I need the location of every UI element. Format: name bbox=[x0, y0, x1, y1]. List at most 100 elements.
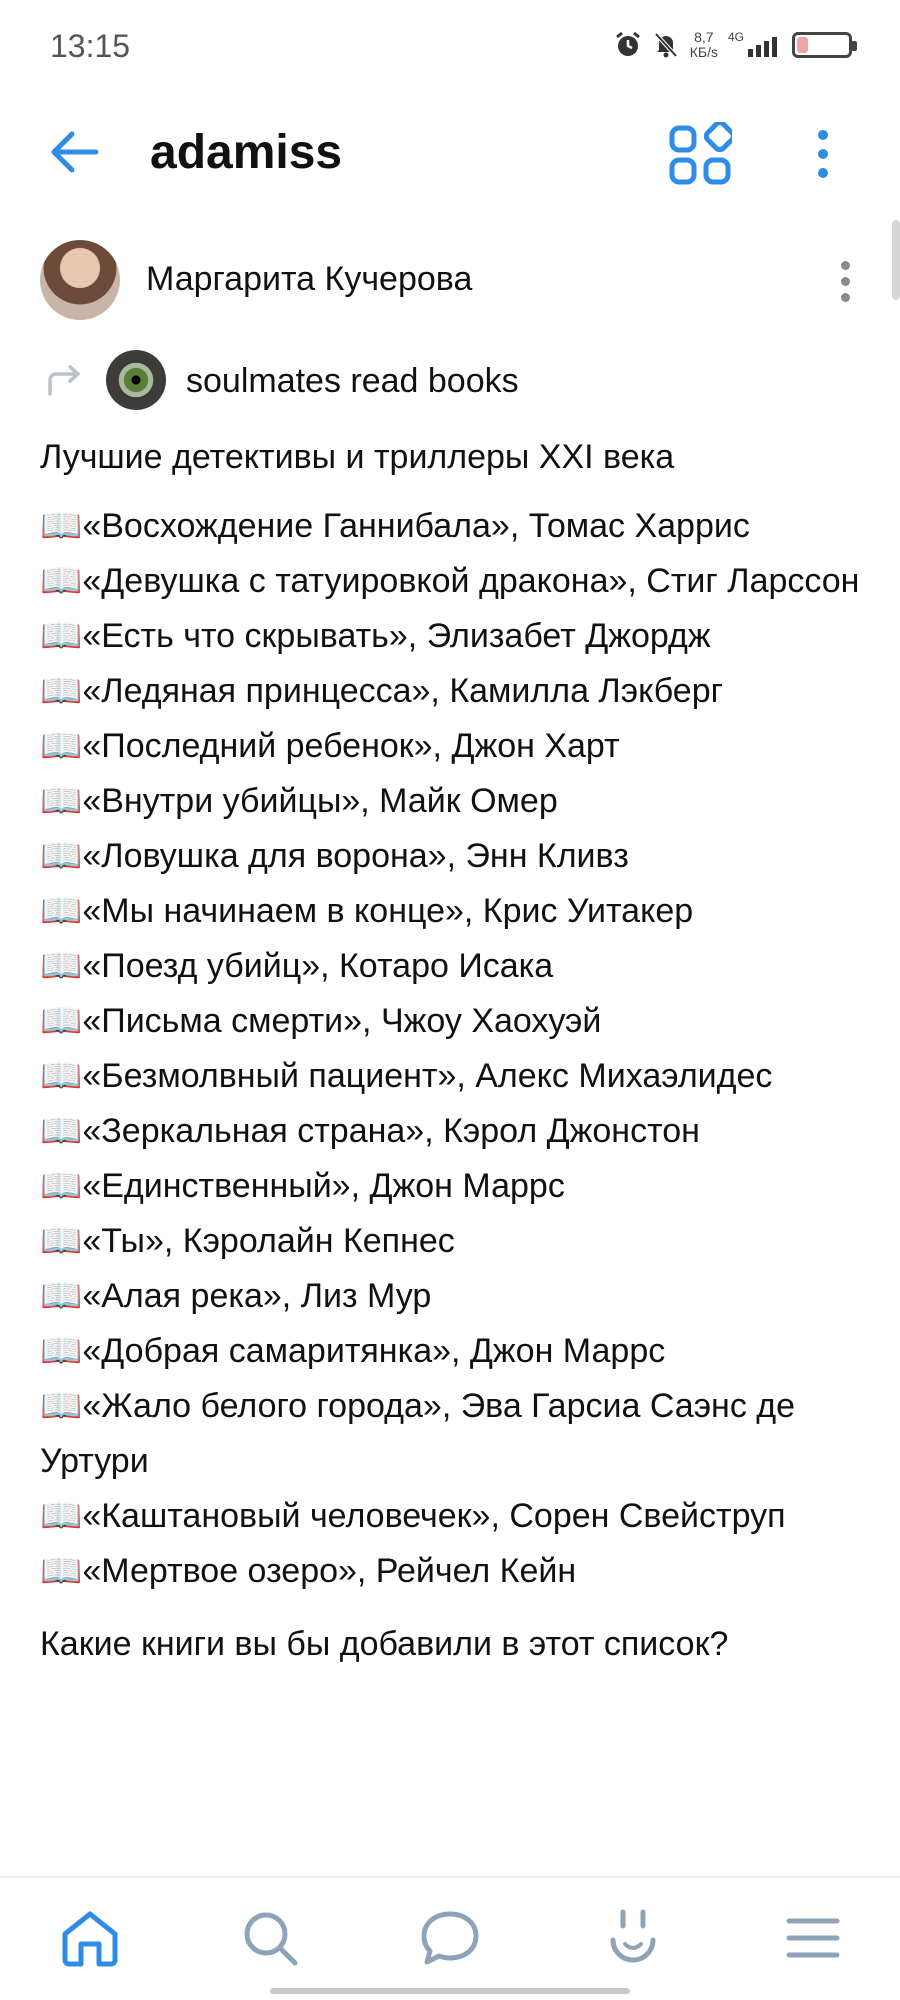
book-list-item: 📖«Девушка с татуировкой дракона», Стиг Л… bbox=[40, 554, 870, 609]
book-list-item: 📖«Безмолвный пациент», Алекс Михаэлидес bbox=[40, 1049, 870, 1104]
more-vertical-icon bbox=[840, 260, 850, 270]
book-title-author: «Зеркальная страна», Кэрол Джонстон bbox=[82, 1112, 700, 1150]
app-header: adamiss bbox=[0, 100, 900, 210]
book-title-author: «Мы начинаем в конце», Крис Уитакер bbox=[82, 892, 694, 930]
book-icon: 📖 bbox=[40, 782, 83, 820]
nav-search[interactable] bbox=[235, 1903, 305, 1973]
book-title-author: «Письма смерти», Чжоу Хаохуэй bbox=[82, 1002, 602, 1040]
book-list-item: 📖«Ты», Кэролайн Кепнес bbox=[40, 1214, 870, 1269]
book-icon: 📖 bbox=[40, 947, 83, 985]
book-list-item: 📖«Каштановый человечек», Сорен Свейструп bbox=[40, 1489, 870, 1544]
repost-source-avatar[interactable] bbox=[106, 350, 166, 410]
author-name[interactable]: Маргарита Кучерова bbox=[146, 260, 472, 299]
book-list-item: 📖«Внутри убийцы», Майк Омер bbox=[40, 774, 870, 829]
book-list-item: 📖«Зеркальная страна», Кэрол Джонстон bbox=[40, 1104, 870, 1159]
book-title-author: «Девушка с татуировкой дракона», Стиг Ла… bbox=[82, 562, 860, 600]
book-icon: 📖 bbox=[40, 1057, 83, 1095]
book-icon: 📖 bbox=[40, 1112, 83, 1150]
book-title-author: «Поезд убийц», Котаро Исака bbox=[82, 947, 554, 985]
signal-bars-icon bbox=[748, 37, 777, 57]
post-question: Какие книги вы бы добавили в этот список… bbox=[40, 1625, 729, 1663]
post-body: Лучшие детективы и триллеры XXI века 📖«В… bbox=[40, 430, 870, 1672]
battery-level bbox=[797, 37, 808, 53]
book-icon: 📖 bbox=[40, 892, 83, 930]
nav-services[interactable] bbox=[598, 1903, 668, 1973]
messages-icon bbox=[421, 1911, 479, 1965]
book-title-author: «Единственный», Джон Маррс bbox=[82, 1167, 565, 1205]
book-title-author: «Ты», Кэролайн Кепнес bbox=[82, 1222, 455, 1260]
book-title-author: «Безмолвный пациент», Алекс Михаэлидес bbox=[82, 1057, 773, 1095]
book-icon: 📖 bbox=[40, 507, 83, 545]
status-bar: 13:15 8,7 КБ/s 4G bbox=[0, 0, 900, 92]
book-icon: 📖 bbox=[40, 617, 83, 655]
more-vertical-icon bbox=[818, 130, 828, 140]
network-type: 4G bbox=[727, 30, 744, 44]
book-title-author: «Алая река», Лиз Мур bbox=[82, 1277, 432, 1315]
book-list-item: 📖«Есть что скрывать», Элизабет Джордж bbox=[40, 609, 870, 664]
cellular-signal: 4G bbox=[727, 30, 782, 57]
services-icon bbox=[610, 1909, 656, 1963]
post-options-button[interactable] bbox=[830, 254, 860, 308]
book-list-item: 📖«Письма смерти», Чжоу Хаохуэй bbox=[40, 994, 870, 1049]
book-icon: 📖 bbox=[40, 1167, 83, 1205]
menu-dot bbox=[840, 276, 850, 286]
book-icon: 📖 bbox=[40, 562, 83, 600]
book-list-item: 📖«Ловушка для ворона», Энн Кливз bbox=[40, 829, 870, 884]
back-arrow-icon bbox=[51, 131, 99, 173]
home-indicator bbox=[270, 1988, 630, 1994]
nav-messages[interactable] bbox=[415, 1903, 485, 1973]
book-icon: 📖 bbox=[40, 1387, 83, 1425]
book-list-item: 📖«Мертвое озеро», Рейчел Кейн bbox=[40, 1544, 870, 1599]
back-button[interactable] bbox=[44, 122, 104, 182]
home-icon bbox=[62, 1911, 118, 1967]
book-list-item: 📖«Жало белого города», Эва Гарсиа Саэнс … bbox=[40, 1379, 870, 1489]
nav-menu[interactable] bbox=[778, 1903, 848, 1973]
book-title-author: «Каштановый человечек», Сорен Свейструп bbox=[82, 1497, 786, 1535]
book-list-item: 📖«Добрая самаритянка», Джон Маррс bbox=[40, 1324, 870, 1379]
more-dot bbox=[818, 168, 828, 178]
menu-icon bbox=[786, 1918, 840, 1958]
book-icon: 📖 bbox=[40, 672, 83, 710]
status-icons: 8,7 КБ/s 4G bbox=[614, 30, 857, 60]
mute-bell-icon bbox=[654, 32, 678, 58]
alarm-icon bbox=[615, 31, 640, 56]
book-title-author: «Есть что скрывать», Элизабет Джордж bbox=[82, 617, 711, 655]
book-title-author: «Мертвое озеро», Рейчел Кейн bbox=[82, 1552, 577, 1590]
book-list: 📖«Восхождение Ганнибала», Томас Харрис 📖«… bbox=[40, 499, 870, 1599]
book-title-author: «Жало белого города», Эва Гарсиа Саэнс д… bbox=[40, 1387, 796, 1480]
post-author-row: Маргарита Кучерова bbox=[40, 240, 860, 322]
book-title-author: «Ловушка для ворона», Энн Кливз bbox=[82, 837, 629, 875]
bottom-nav bbox=[0, 1878, 900, 2000]
book-list-item: 📖«Мы начинаем в конце», Крис Уитакер bbox=[40, 884, 870, 939]
book-list-item: 📖«Поезд убийц», Котаро Исака bbox=[40, 939, 870, 994]
apps-grid-icon bbox=[669, 120, 736, 185]
repost-row: soulmates read books bbox=[40, 350, 860, 410]
book-title-author: «Последний ребенок», Джон Харт bbox=[82, 727, 620, 765]
book-title-author: «Восхождение Ганнибала», Томас Харрис bbox=[82, 507, 750, 545]
book-icon: 📖 bbox=[40, 1002, 83, 1040]
book-title-author: «Внутри убийцы», Майк Омер bbox=[82, 782, 558, 820]
status-time: 13:15 bbox=[50, 28, 131, 64]
more-dot bbox=[818, 149, 828, 159]
book-list-item: 📖«Ледяная принцесса», Камилла Лэкберг bbox=[40, 664, 870, 719]
book-icon: 📖 bbox=[40, 1552, 83, 1590]
repost-source-name[interactable]: soulmates read books bbox=[186, 362, 519, 401]
scrollbar[interactable] bbox=[892, 220, 900, 300]
book-list-item: 📖«Последний ребенок», Джон Харт bbox=[40, 719, 870, 774]
post-heading: Лучшие детективы и триллеры XXI века bbox=[40, 438, 675, 476]
battery-icon bbox=[792, 32, 857, 58]
repost-icon bbox=[48, 365, 80, 396]
speed-unit: КБ/s bbox=[689, 44, 718, 60]
apps-button[interactable] bbox=[668, 120, 736, 186]
book-icon: 📖 bbox=[40, 837, 83, 875]
book-title-author: «Ледяная принцесса», Камилла Лэкберг bbox=[82, 672, 724, 710]
network-speed: 8,7 КБ/s bbox=[690, 30, 718, 60]
nav-home[interactable] bbox=[55, 1903, 125, 1973]
menu-dot bbox=[840, 292, 850, 302]
book-list-item: 📖«Единственный», Джон Маррс bbox=[40, 1159, 870, 1214]
book-icon: 📖 bbox=[40, 1277, 83, 1315]
book-list-item: 📖«Алая река», Лиз Мур bbox=[40, 1269, 870, 1324]
avatar[interactable] bbox=[40, 240, 120, 320]
book-icon: 📖 bbox=[40, 1332, 83, 1370]
more-menu-button[interactable] bbox=[800, 122, 846, 186]
